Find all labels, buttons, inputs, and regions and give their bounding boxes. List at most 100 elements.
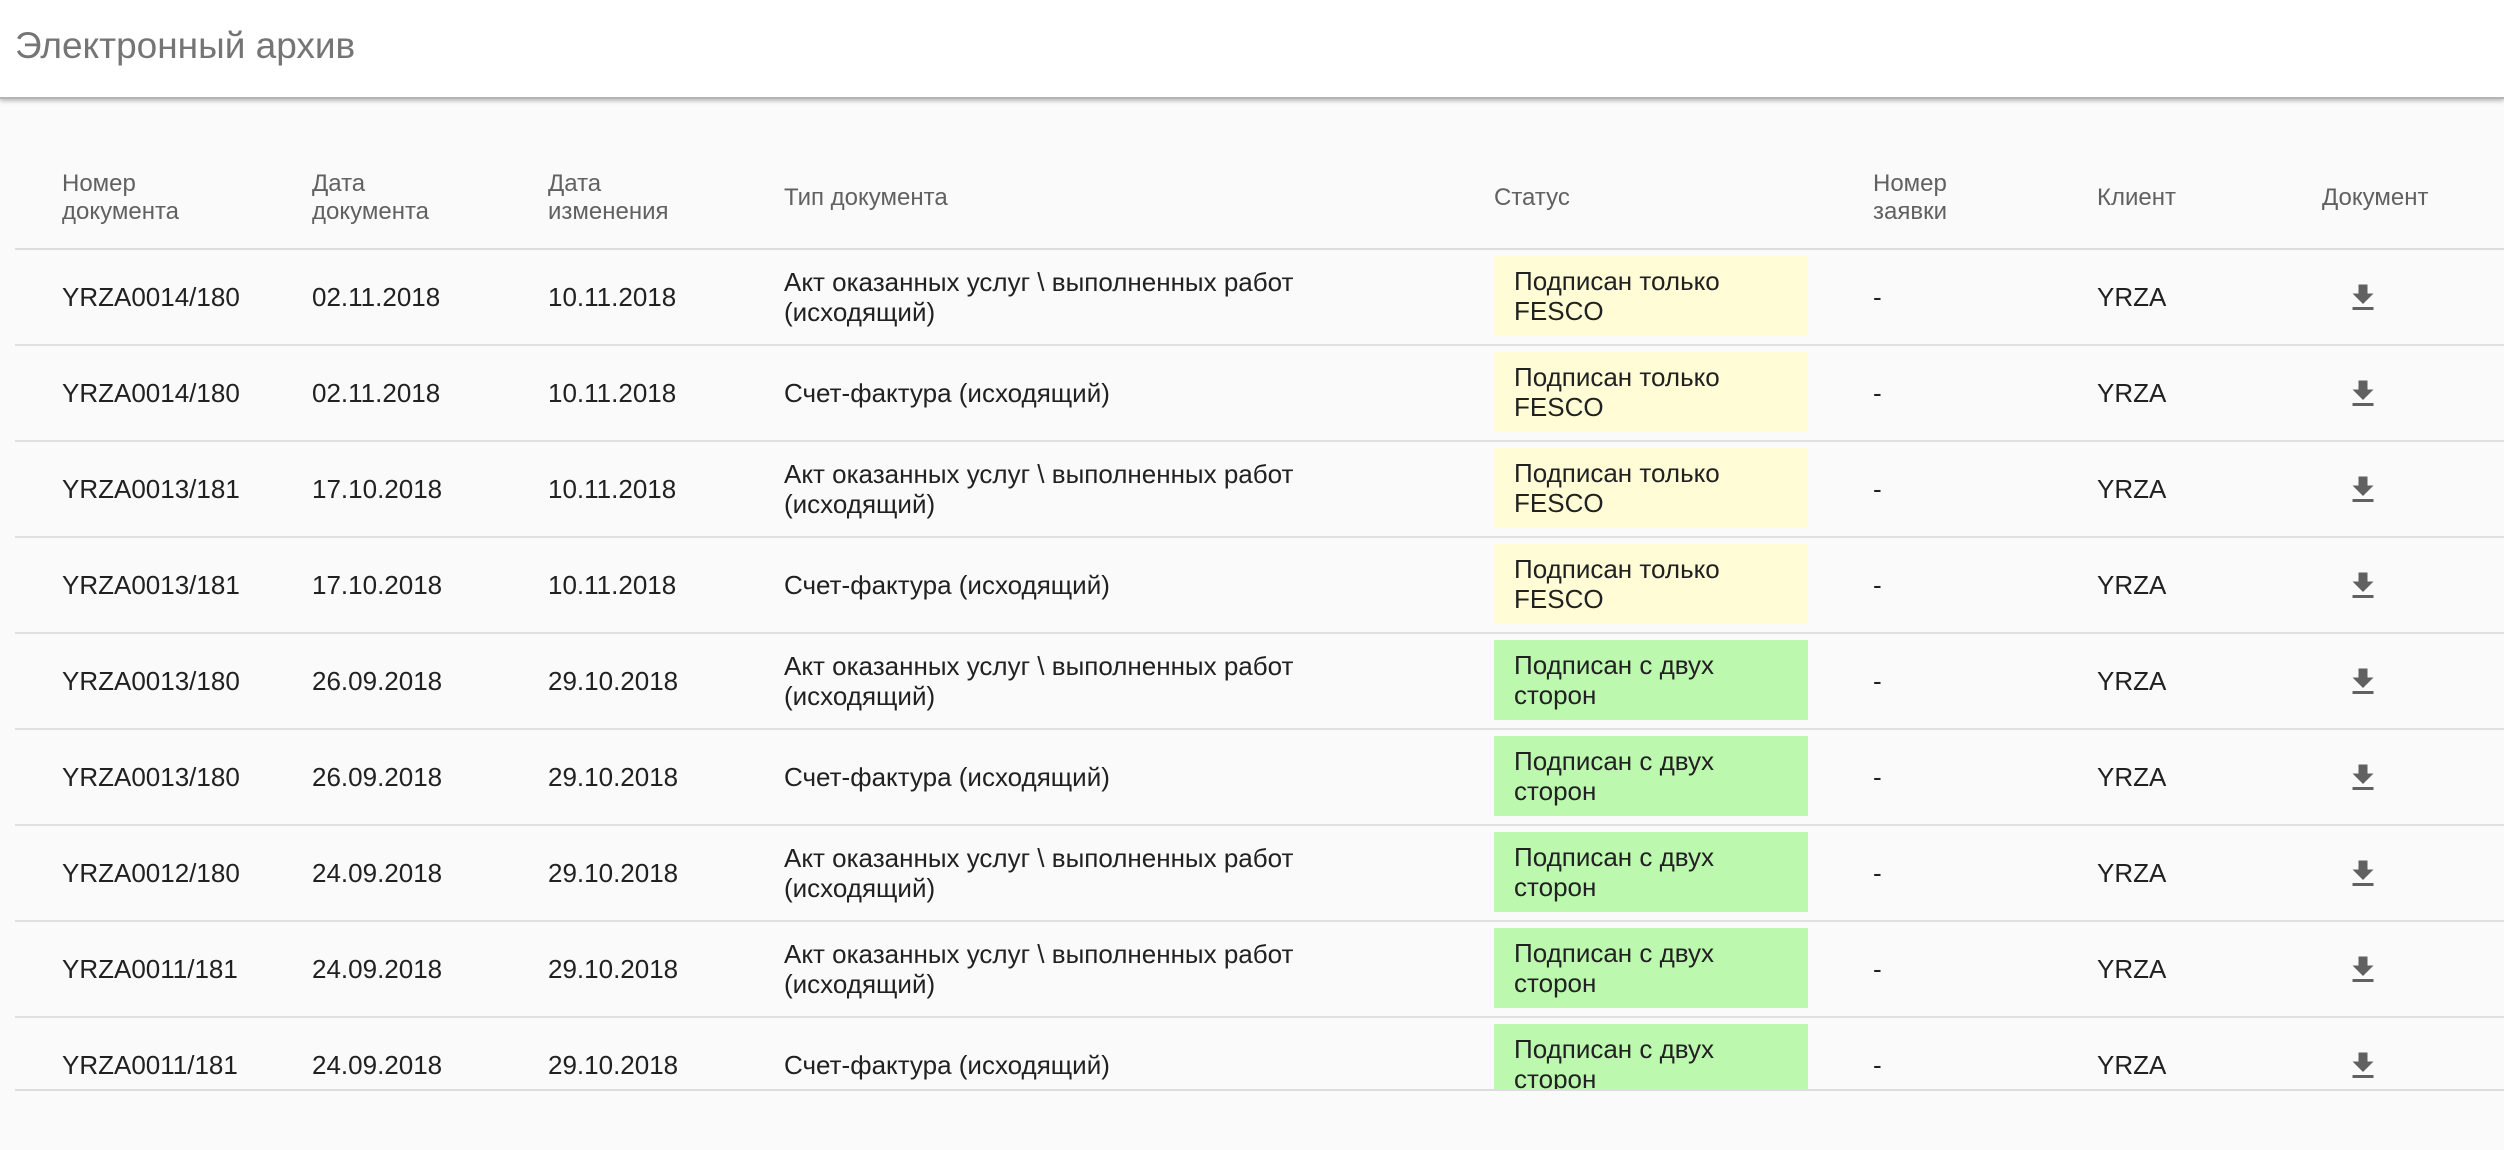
cell-doc-type: Акт оказанных услуг \ выполненных работ … bbox=[784, 459, 1294, 519]
table-row[interactable]: YRZA0012/180 24.09.2018 29.10.2018 Акт оказ… bbox=[15, 826, 2504, 922]
download-icon bbox=[2352, 956, 2374, 982]
download-icon bbox=[2352, 860, 2374, 886]
download-button[interactable] bbox=[2345, 280, 2381, 316]
download-button[interactable] bbox=[2345, 472, 2381, 508]
cell-request-number: - bbox=[1873, 570, 1882, 600]
column-header-document[interactable]: Документ bbox=[2322, 146, 2428, 250]
cell-doc-type: Акт оказанных услуг \ выполненных работ … bbox=[784, 939, 1294, 999]
cell-doc-number: YRZA0013/180 bbox=[62, 666, 240, 696]
cell-doc-date: 02.11.2018 bbox=[312, 378, 441, 408]
download-icon bbox=[2352, 284, 2374, 310]
status-badge: Подписан с двух сторон bbox=[1494, 736, 1808, 816]
cell-doc-number: YRZA0014/180 bbox=[62, 378, 240, 408]
cell-doc-date: 24.09.2018 bbox=[312, 954, 443, 984]
archive-table: Номер документа Дата документа Дата изме… bbox=[15, 146, 2504, 1091]
cell-client: YRZA bbox=[2097, 954, 2167, 984]
status-badge: Подписан с двух сторон bbox=[1494, 640, 1808, 720]
cell-modified-date: 10.11.2018 bbox=[548, 378, 677, 408]
cell-modified-date: 29.10.2018 bbox=[548, 666, 679, 696]
table-row[interactable]: YRZA0011/181 24.09.2018 29.10.2018 Счет-фак… bbox=[15, 1018, 2504, 1089]
column-header-doc-date[interactable]: Дата документа bbox=[312, 146, 429, 250]
cell-request-number: - bbox=[1873, 954, 1882, 984]
cell-modified-date: 10.11.2018 bbox=[548, 474, 677, 504]
cell-doc-date: 17.10.2018 bbox=[312, 570, 443, 600]
cell-request-number: - bbox=[1873, 474, 1882, 504]
cell-doc-type: Акт оказанных услуг \ выполненных работ … bbox=[784, 843, 1294, 903]
download-button[interactable] bbox=[2345, 376, 2381, 412]
table-row[interactable]: YRZA0014/180 02.11.2018 10.11.2018 Акт оказ… bbox=[15, 250, 2504, 346]
cell-request-number: - bbox=[1873, 666, 1882, 696]
download-button[interactable] bbox=[2345, 1048, 2381, 1084]
status-badge: Подписан только FESCO bbox=[1494, 352, 1808, 432]
download-button[interactable] bbox=[2345, 760, 2381, 796]
cell-doc-type: Счет-фактура (исходящий) bbox=[784, 570, 1110, 600]
table-row[interactable]: YRZA0011/181 24.09.2018 29.10.2018 Акт оказ… bbox=[15, 922, 2504, 1018]
status-badge: Подписан с двух сторон bbox=[1494, 928, 1808, 1008]
cell-modified-date: 29.10.2018 bbox=[548, 762, 679, 792]
cell-doc-type: Счет-фактура (исходящий) bbox=[784, 378, 1110, 408]
status-badge: Подписан с двух сторон bbox=[1494, 832, 1808, 912]
cell-doc-number: YRZA0013/181 bbox=[62, 474, 240, 504]
page-title: Электронный архив bbox=[15, 25, 356, 66]
status-badge: Подписан только FESCO bbox=[1494, 544, 1808, 624]
cell-request-number: - bbox=[1873, 378, 1882, 408]
cell-modified-date: 10.11.2018 bbox=[548, 570, 677, 600]
column-header-doc-number[interactable]: Номер документа bbox=[62, 146, 179, 250]
table-header: Номер документа Дата документа Дата изме… bbox=[15, 146, 2504, 250]
table-row[interactable]: YRZA0013/180 26.09.2018 29.10.2018 Акт оказ… bbox=[15, 634, 2504, 730]
cell-modified-date: 29.10.2018 bbox=[548, 954, 679, 984]
cell-client: YRZA bbox=[2097, 1050, 2167, 1080]
cell-doc-date: 24.09.2018 bbox=[312, 858, 443, 888]
cell-doc-date: 24.09.2018 bbox=[312, 1050, 443, 1080]
download-icon bbox=[2352, 668, 2374, 694]
cell-client: YRZA bbox=[2097, 762, 2167, 792]
column-header-modified-date[interactable]: Дата изменения bbox=[548, 146, 669, 250]
download-button[interactable] bbox=[2345, 856, 2381, 892]
cell-doc-date: 26.09.2018 bbox=[312, 762, 443, 792]
cell-modified-date: 29.10.2018 bbox=[548, 1050, 679, 1080]
cell-request-number: - bbox=[1873, 762, 1882, 792]
status-badge: Подписан только FESCO bbox=[1494, 448, 1808, 528]
cell-client: YRZA bbox=[2097, 570, 2167, 600]
column-header-status[interactable]: Статус bbox=[1494, 146, 1570, 250]
cell-doc-date: 17.10.2018 bbox=[312, 474, 443, 504]
download-icon bbox=[2352, 380, 2374, 406]
cell-client: YRZA bbox=[2097, 858, 2167, 888]
cell-doc-date: 02.11.2018 bbox=[312, 282, 441, 312]
cell-doc-number: YRZA0012/180 bbox=[62, 858, 240, 888]
status-badge: Подписан с двух сторон bbox=[1494, 1024, 1808, 1089]
cell-doc-number: YRZA0011/181 bbox=[62, 954, 238, 984]
cell-client: YRZA bbox=[2097, 378, 2167, 408]
column-header-client[interactable]: Клиент bbox=[2097, 146, 2176, 250]
download-icon bbox=[2352, 764, 2374, 790]
download-button[interactable] bbox=[2345, 568, 2381, 604]
column-header-doc-type[interactable]: Тип документа bbox=[784, 146, 948, 250]
cell-modified-date: 29.10.2018 bbox=[548, 858, 679, 888]
cell-doc-number: YRZA0013/180 bbox=[62, 762, 240, 792]
column-header-request-number[interactable]: Номер заявки bbox=[1873, 146, 1947, 250]
cell-doc-number: YRZA0014/180 bbox=[62, 282, 240, 312]
cell-request-number: - bbox=[1873, 858, 1882, 888]
cell-doc-number: YRZA0013/181 bbox=[62, 570, 240, 600]
download-icon bbox=[2352, 1052, 2374, 1078]
cell-doc-type: Счет-фактура (исходящий) bbox=[784, 1050, 1110, 1080]
cell-request-number: - bbox=[1873, 1050, 1882, 1080]
status-badge: Подписан только FESCO bbox=[1494, 256, 1808, 336]
cell-doc-type: Акт оказанных услуг \ выполненных работ … bbox=[784, 267, 1294, 327]
table-row[interactable]: YRZA0013/181 17.10.2018 10.11.2018 Счет-фак… bbox=[15, 538, 2504, 634]
cell-doc-type: Счет-фактура (исходящий) bbox=[784, 762, 1110, 792]
cell-modified-date: 10.11.2018 bbox=[548, 282, 677, 312]
table-row[interactable]: YRZA0014/180 02.11.2018 10.11.2018 Счет-фак… bbox=[15, 346, 2504, 442]
cell-client: YRZA bbox=[2097, 474, 2167, 504]
cell-client: YRZA bbox=[2097, 666, 2167, 696]
download-icon bbox=[2352, 572, 2374, 598]
table-row[interactable]: YRZA0013/181 17.10.2018 10.11.2018 Акт оказ… bbox=[15, 442, 2504, 538]
app-header: Электронный архив bbox=[0, 0, 2504, 99]
download-icon bbox=[2352, 476, 2374, 502]
download-button[interactable] bbox=[2345, 952, 2381, 988]
table-row[interactable]: YRZA0013/180 26.09.2018 29.10.2018 Счет-фак… bbox=[15, 730, 2504, 826]
cell-doc-date: 26.09.2018 bbox=[312, 666, 443, 696]
cell-doc-type: Акт оказанных услуг \ выполненных работ … bbox=[784, 651, 1294, 711]
download-button[interactable] bbox=[2345, 664, 2381, 700]
cell-doc-number: YRZA0011/181 bbox=[62, 1050, 238, 1080]
